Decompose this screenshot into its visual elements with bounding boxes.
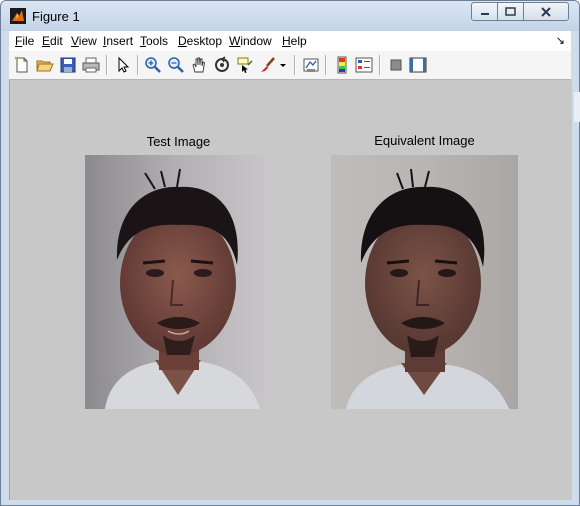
face-photo-left (85, 155, 272, 409)
zoom-in-icon[interactable] (144, 56, 162, 74)
zoom-out-icon[interactable] (167, 56, 185, 74)
rotate-3d-icon[interactable] (213, 56, 231, 74)
minimize-button[interactable] (471, 2, 498, 21)
open-file-icon[interactable] (36, 56, 54, 74)
print-icon[interactable] (82, 56, 100, 74)
show-plot-tools-icon[interactable] (409, 56, 427, 74)
figure-canvas[interactable]: Test Image Equivalent Image (9, 80, 572, 500)
face-photo-right (331, 155, 518, 409)
dock-arrow-icon[interactable]: ↘ (556, 34, 565, 47)
link-plot-icon[interactable] (302, 56, 320, 74)
maximize-button[interactable] (497, 2, 524, 21)
background-window-edge (574, 92, 580, 122)
menu-tools[interactable]: Tools (140, 34, 168, 48)
menu-file[interactable]: File (15, 34, 34, 48)
menu-view[interactable]: View (71, 34, 97, 48)
brush-dropdown-icon[interactable] (278, 56, 288, 74)
close-icon (541, 6, 551, 17)
minimize-icon (480, 12, 489, 15)
toolbar-separator (137, 55, 139, 75)
close-button[interactable] (523, 2, 569, 21)
save-icon[interactable] (59, 56, 77, 74)
menu-desktop[interactable]: Desktop (178, 34, 222, 48)
pan-hand-icon[interactable] (190, 56, 208, 74)
title-bar[interactable]: Figure 1 (1, 1, 579, 31)
insert-legend-icon[interactable] (355, 56, 373, 74)
figure-window: Figure 1 File Edit View Insert Tools Des… (0, 0, 580, 506)
menu-help[interactable]: Help (282, 34, 307, 48)
toolbar-separator (106, 55, 108, 75)
menu-bar: File Edit View Insert Tools Desktop Wind… (9, 31, 571, 52)
maximize-icon (505, 7, 516, 16)
toolbar-separator (294, 55, 296, 75)
window-title: Figure 1 (32, 9, 80, 24)
insert-colorbar-icon[interactable] (333, 56, 351, 74)
menu-insert[interactable]: Insert (103, 34, 133, 48)
matlab-icon (10, 8, 26, 24)
figure-toolbar (9, 51, 571, 80)
right-axes-title: Equivalent Image (374, 133, 475, 148)
toolbar-separator (379, 55, 381, 75)
new-figure-icon[interactable] (13, 56, 31, 74)
brush-icon[interactable] (259, 56, 277, 74)
toolbar-separator (325, 55, 327, 75)
select-arrow-icon[interactable] (114, 56, 132, 74)
menu-window[interactable]: Window (229, 34, 272, 48)
hide-plot-tools-icon[interactable] (387, 56, 405, 74)
data-cursor-icon[interactable] (236, 56, 254, 74)
test-image[interactable] (85, 155, 272, 409)
left-axes-title: Test Image (146, 134, 211, 149)
menu-edit[interactable]: Edit (42, 34, 63, 48)
equivalent-image[interactable] (331, 155, 518, 409)
